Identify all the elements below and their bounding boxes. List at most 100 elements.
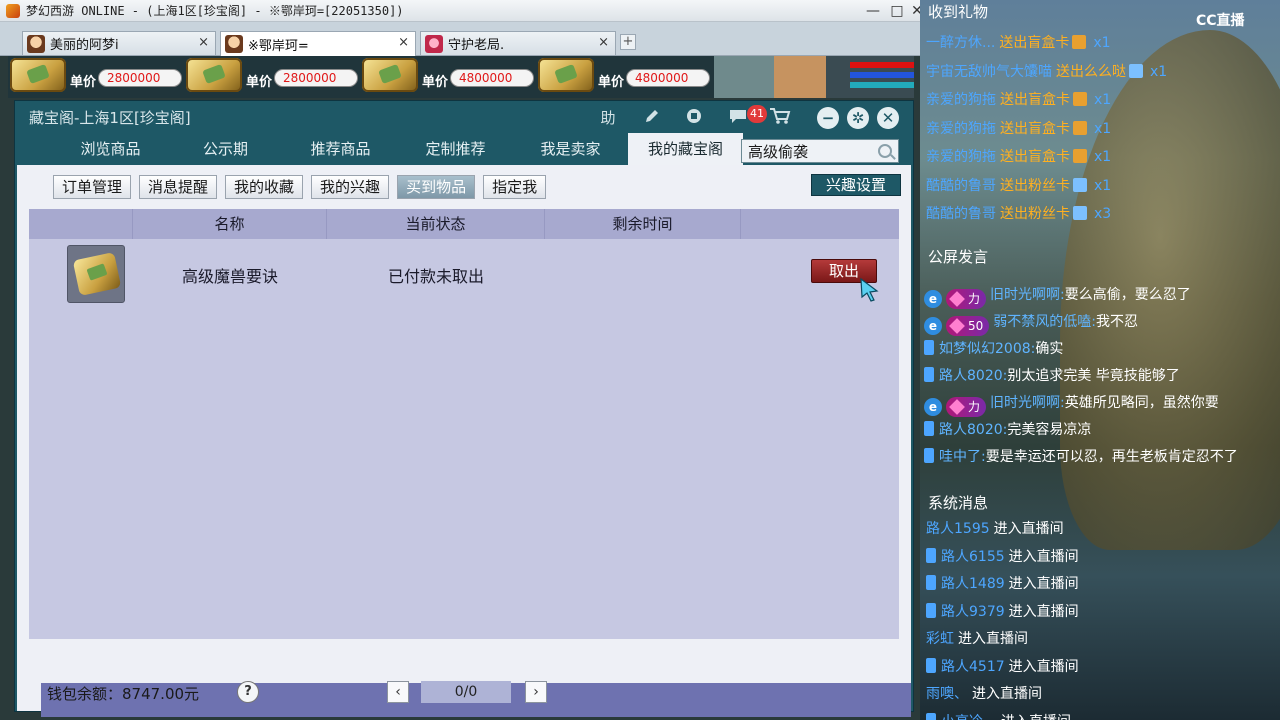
- scroll-item-icon: [362, 58, 418, 92]
- cc-live-logo: CC直播: [1196, 13, 1245, 29]
- character-tab-bar: 美丽的阿梦i × ※鄂岸珂= × 守护老局. × +: [0, 22, 920, 56]
- chat-username[interactable]: 旧时光啊啊:: [990, 395, 1065, 411]
- window-title: 梦幻西游 ONLINE - (上海1区[珍宝阁] - ※鄂岸珂=[2205135…: [26, 4, 404, 18]
- gift-action: 送出粉丝卡: [1000, 206, 1070, 222]
- mobile-client-icon: [924, 448, 934, 463]
- chat-username[interactable]: 弱不禁风的低嗑:: [993, 314, 1096, 330]
- system-username[interactable]: 彩虹: [926, 631, 954, 647]
- help-button[interactable]: ?: [237, 681, 259, 703]
- assistant-button[interactable]: 助: [595, 107, 621, 129]
- subtab-order-management[interactable]: 订单管理: [53, 175, 132, 199]
- chat-username[interactable]: 旧时光啊啊:: [990, 287, 1065, 303]
- mobile-client-icon: [926, 657, 936, 673]
- chat-message: e 力旧时光啊啊:要么高偷，要么忍了: [924, 284, 1191, 309]
- character-tab-1[interactable]: 美丽的阿梦i ×: [22, 31, 216, 55]
- add-tab-button[interactable]: +: [620, 34, 636, 50]
- system-username[interactable]: 路人9379: [941, 604, 1005, 620]
- subtab-interests[interactable]: 我的兴趣: [311, 175, 390, 199]
- page-indicator: 0/0: [421, 681, 511, 703]
- game-scene-background: [714, 56, 914, 98]
- chat-username[interactable]: 路人8020:: [939, 422, 1007, 438]
- gift-count: x1: [1150, 63, 1168, 80]
- gift-sender[interactable]: 亲爱的狗拖: [926, 149, 996, 165]
- gift-item: 酷酷的鲁哥 送出粉丝卡 x3: [926, 203, 1111, 223]
- character-tab-label: 美丽的阿梦i: [50, 38, 119, 53]
- search-input[interactable]: [748, 141, 872, 161]
- gift-action: 送出粉丝卡: [1000, 177, 1070, 194]
- tab-custom-recommend[interactable]: 定制推荐: [398, 133, 513, 165]
- window-titlebar[interactable]: 梦幻西游 ONLINE - (上海1区[珍宝阁] - ※鄂岸珂=[2205135…: [0, 0, 920, 22]
- tab-close-icon[interactable]: ×: [198, 35, 209, 50]
- price-value: 4800000: [626, 69, 710, 87]
- system-username[interactable]: 路人1489: [941, 576, 1005, 592]
- system-username[interactable]: 雨噢、: [926, 686, 968, 702]
- tab-my-pavilion[interactable]: 我的藏宝阁: [628, 133, 743, 165]
- edit-icon[interactable]: [639, 107, 665, 129]
- dialog-close-button[interactable]: ✕: [877, 107, 899, 129]
- character-tab-3[interactable]: 守护老局. ×: [420, 31, 616, 55]
- gift-sender[interactable]: 酷酷的鲁哥: [926, 178, 996, 194]
- record-icon[interactable]: [681, 107, 707, 129]
- shop-listing-item[interactable]: 单价 2800000: [10, 56, 186, 98]
- gift-sender[interactable]: 亲爱的狗拖: [926, 92, 996, 108]
- shop-listing-item[interactable]: 单价 2800000: [186, 56, 362, 98]
- subtab-notifications[interactable]: 消息提醒: [139, 175, 218, 199]
- skill-book-icon[interactable]: [67, 245, 125, 303]
- gift-sender[interactable]: 宇宙无敌帅气大馕喵: [926, 64, 1052, 80]
- prev-page-button[interactable]: ‹: [387, 681, 409, 703]
- search-icon[interactable]: [878, 144, 892, 158]
- scroll-item-icon: [538, 58, 594, 92]
- cart-icon[interactable]: [767, 107, 793, 129]
- subtab-assigned-to-me[interactable]: 指定我: [483, 175, 547, 199]
- gift-item: 宇宙无敌帅气大馕喵 送出么么哒 x1: [926, 61, 1167, 81]
- interest-settings-button[interactable]: 兴趣设置: [811, 174, 901, 196]
- window-maximize-button[interactable]: □: [886, 1, 908, 21]
- subtab-favorites[interactable]: 我的收藏: [225, 175, 304, 199]
- tab-close-icon[interactable]: ×: [598, 35, 609, 50]
- system-text: 进入直播间: [1001, 714, 1071, 720]
- tab-close-icon[interactable]: ×: [398, 35, 409, 50]
- fan-card-icon: [1073, 206, 1087, 220]
- system-username[interactable]: 路人6155: [941, 549, 1005, 565]
- gift-sender[interactable]: 一醉方休...: [926, 35, 995, 51]
- chat-message: 路人8020:完美容易凉凉: [924, 419, 1091, 439]
- gift-action: 送出么么哒: [1056, 63, 1126, 80]
- system-text: 进入直播间: [958, 631, 1028, 647]
- dialog-title: 藏宝阁-上海1区[珍宝阁]: [29, 109, 191, 127]
- client-icon: e: [924, 290, 942, 308]
- price-value: 4800000: [450, 69, 534, 87]
- shop-listing-item[interactable]: 单价 4800000: [538, 56, 714, 98]
- gift-action: 送出盲盒卡: [1000, 120, 1070, 137]
- gift-action: 送出盲盒卡: [1000, 149, 1070, 165]
- gift-sender[interactable]: 酷酷的鲁哥: [926, 206, 996, 222]
- next-page-button[interactable]: ›: [525, 681, 547, 703]
- gift-action: 送出盲盒卡: [1000, 92, 1070, 108]
- content-panel: 订单管理 消息提醒 我的收藏 我的兴趣 买到物品 指定我 兴趣设置 名称 当前状…: [17, 165, 911, 717]
- chat-username[interactable]: 哇中了:: [939, 449, 986, 465]
- dialog-settings-button[interactable]: ✲: [847, 107, 869, 129]
- system-username[interactable]: 小高冷、: [941, 714, 997, 720]
- gift-sender[interactable]: 亲爱的狗拖: [926, 121, 996, 137]
- character-tab-2[interactable]: ※鄂岸珂= ×: [220, 31, 416, 56]
- chat-username[interactable]: 如梦似幻2008:: [939, 341, 1035, 357]
- treasure-pavilion-dialog: 藏宝阁-上海1区[珍宝阁] 助 41 − ✲ ✕ 浏览商品 公示期 推荐商品 定…: [14, 100, 914, 717]
- chat-username[interactable]: 路人8020:: [939, 368, 1007, 384]
- column-header-icon: [29, 209, 133, 239]
- scroll-item-icon: [186, 58, 242, 92]
- tab-recommended[interactable]: 推荐商品: [283, 133, 398, 165]
- gift-box-icon: [1073, 92, 1087, 106]
- mobile-client-icon: [926, 575, 936, 590]
- dialog-minimize-button[interactable]: −: [817, 107, 839, 129]
- shop-listing-item[interactable]: 单价 4800000: [362, 56, 538, 98]
- tab-browse-goods[interactable]: 浏览商品: [53, 133, 168, 165]
- window-minimize-button[interactable]: —: [862, 1, 884, 21]
- subtab-purchased-items[interactable]: 买到物品: [397, 175, 476, 199]
- window-close-button[interactable]: ✕: [906, 1, 920, 21]
- system-username[interactable]: 路人4517: [941, 659, 1005, 675]
- tab-seller[interactable]: 我是卖家: [513, 133, 628, 165]
- table-row[interactable]: 高级魔兽要诀 已付款未取出 取出: [29, 241, 899, 307]
- system-username[interactable]: 路人1595: [926, 521, 990, 537]
- chat-text: 要么高偷，要么忍了: [1064, 287, 1191, 303]
- message-count-badge: 41: [747, 105, 767, 123]
- tab-public-period[interactable]: 公示期: [168, 133, 283, 165]
